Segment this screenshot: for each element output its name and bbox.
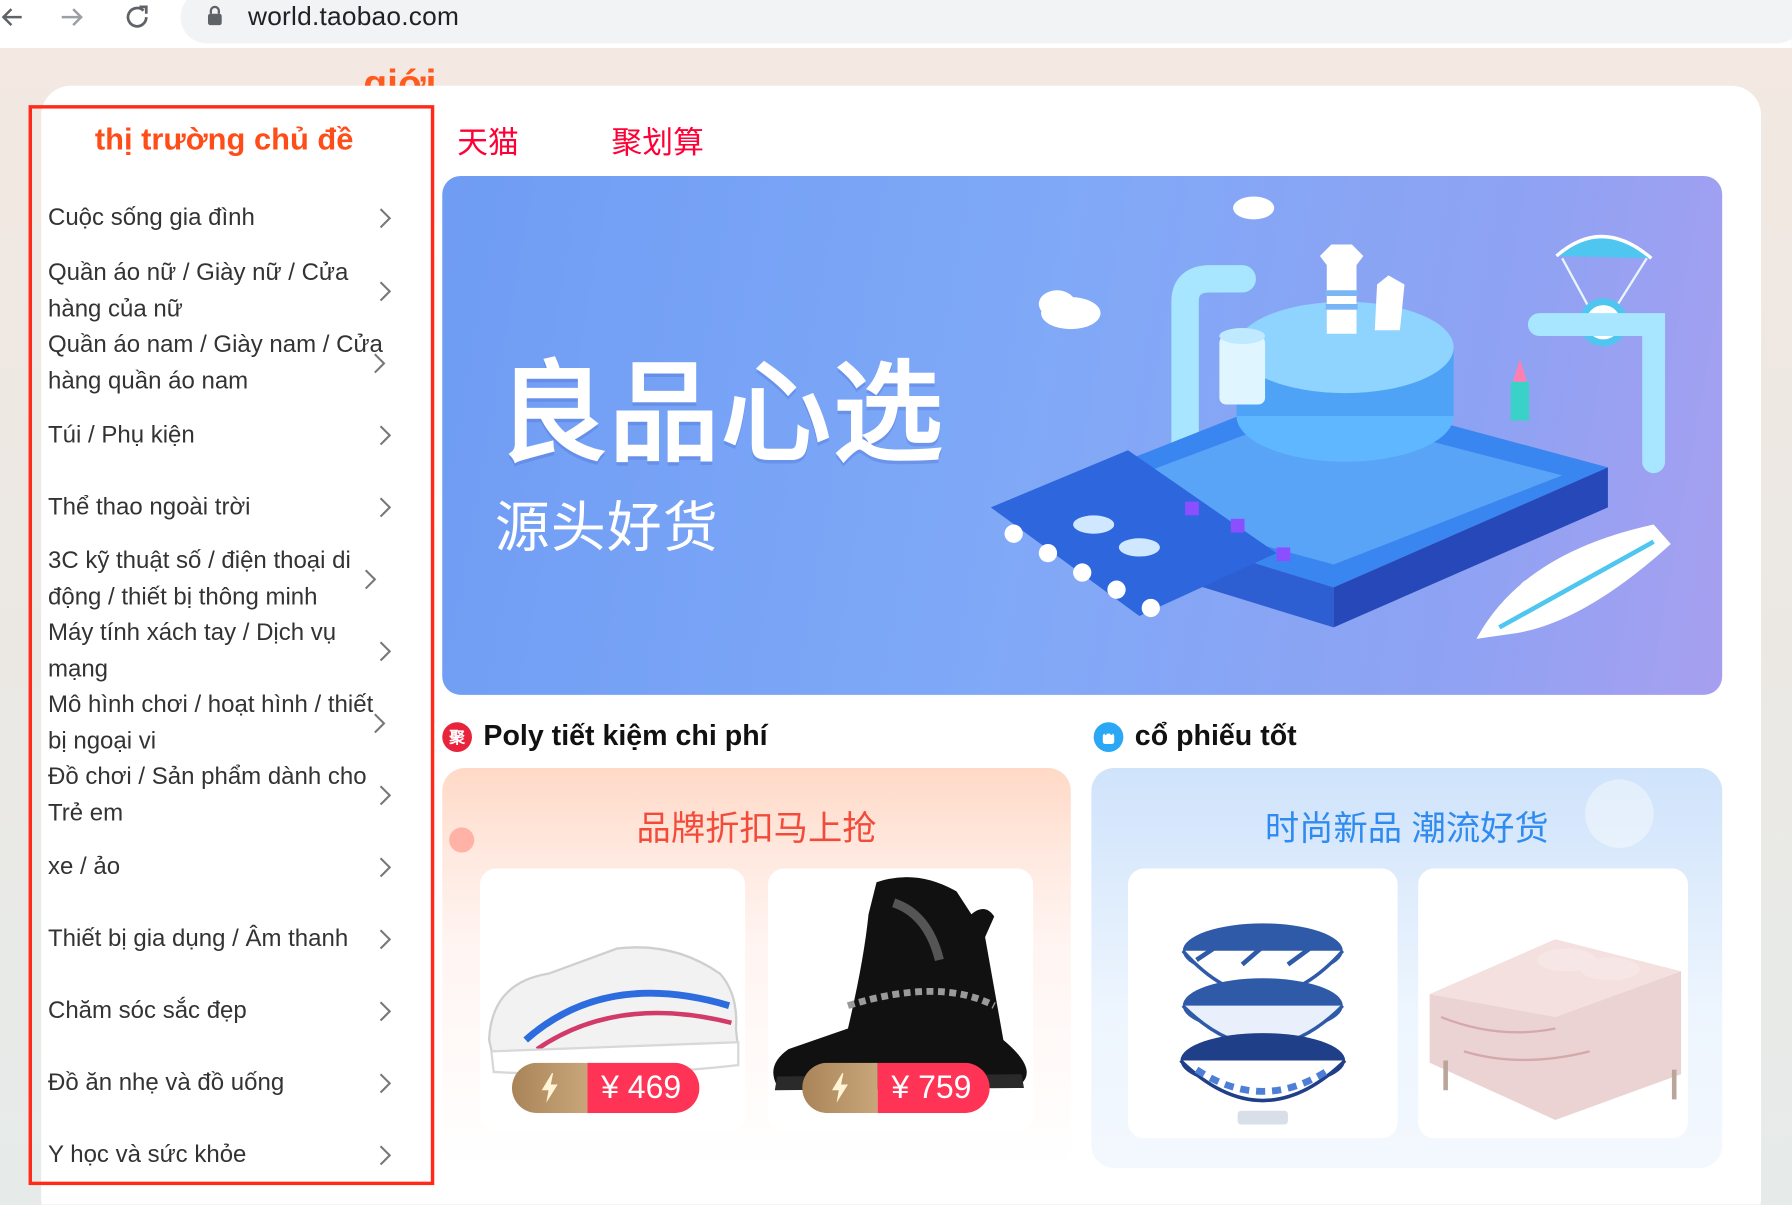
lightning-icon bbox=[511, 1062, 588, 1114]
price-tag: ¥ 759 bbox=[802, 1062, 990, 1114]
chevron-right-icon bbox=[364, 568, 377, 589]
price-amount: ¥ 469 bbox=[587, 1062, 700, 1114]
decor-circle bbox=[1585, 779, 1654, 848]
ju-badge-icon: 聚 bbox=[442, 721, 472, 752]
chevron-right-icon bbox=[379, 640, 392, 661]
sidebar-item[interactable]: Quần áo nam / Giày nam / Cửa hàng quần á… bbox=[48, 327, 391, 399]
sidebar-item-label: Quần áo nữ / Giày nữ / Cửa hàng của nữ bbox=[47, 259, 349, 322]
chevron-right-icon bbox=[379, 857, 392, 877]
sidebar-item[interactable]: 3C kỹ thuật số / điện thoại di động / th… bbox=[48, 543, 382, 615]
chevron-right-icon bbox=[379, 929, 392, 949]
chevron-right-icon bbox=[379, 784, 392, 805]
back-arrow-icon[interactable] bbox=[0, 0, 25, 34]
sidebar-item[interactable]: Quần áo nữ / Giày nữ / Cửa hàng của nữ bbox=[48, 255, 397, 327]
promo-title: 品牌折扣马上抢 bbox=[636, 810, 877, 848]
forward-arrow-icon[interactable] bbox=[57, 0, 87, 34]
bedding-image bbox=[1418, 868, 1688, 1139]
sidebar-item-label: Máy tính xách tay / Dịch vụ mạng bbox=[47, 619, 337, 682]
factory-illustration bbox=[990, 196, 1671, 639]
sidebar-item-label: Túi / Phụ kiện bbox=[47, 421, 195, 448]
sidebar-item-label: Chăm sóc sắc đẹp bbox=[47, 997, 247, 1024]
sidebar-title: thị trường chủ đề bbox=[94, 122, 354, 157]
section-title: Poly tiết kiệm chi phí bbox=[483, 719, 768, 752]
sidebar-item-label: Mô hình chơi / hoạt hình / thiết bị ngoạ… bbox=[47, 691, 374, 754]
sidebar-item-label: Đồ ăn nhẹ và đồ uống bbox=[47, 1069, 285, 1096]
bag-icon bbox=[1093, 721, 1124, 752]
lightning-icon bbox=[802, 1062, 878, 1114]
sidebar-item[interactable]: Đồ chơi / Sản phẩm dành cho Trẻ em bbox=[47, 759, 392, 831]
sidebar-item[interactable]: Chăm sóc sắc đẹp bbox=[48, 993, 397, 1029]
price-amount: ¥ 759 bbox=[877, 1062, 990, 1114]
sidebar-item-label: 3C kỹ thuật số / điện thoại di động / th… bbox=[47, 547, 351, 610]
sidebar-item[interactable]: Cuộc sống gia đình bbox=[48, 200, 397, 236]
product-card[interactable] bbox=[1418, 868, 1688, 1139]
chevron-right-icon bbox=[379, 1145, 392, 1165]
sidebar-item[interactable]: Thể thao ngoài trời bbox=[48, 489, 397, 525]
section-title: cổ phiếu tốt bbox=[1134, 719, 1297, 752]
chevron-right-icon bbox=[379, 208, 392, 228]
browser-toolbar: world.taobao.com bbox=[0, 0, 1792, 48]
page-heading: giới bbox=[363, 62, 437, 90]
sidebar-item[interactable]: Mô hình chơi / hoạt hình / thiết bị ngoạ… bbox=[48, 687, 391, 759]
sidebar-item[interactable]: Túi / Phụ kiện bbox=[48, 417, 397, 453]
promo-card-brand-discount[interactable]: 品牌折扣马上抢 ¥ 469 ¥ 759 bbox=[442, 767, 1071, 1168]
price-tag: ¥ 469 bbox=[511, 1062, 700, 1114]
bowls-image bbox=[1179, 923, 1347, 1125]
decor-dot bbox=[449, 827, 475, 853]
chevron-right-icon bbox=[379, 280, 392, 301]
chevron-right-icon bbox=[379, 425, 392, 445]
sidebar-item-label: Thể thao ngoài trời bbox=[47, 493, 251, 520]
chevron-right-icon bbox=[379, 1073, 392, 1093]
lock-icon[interactable] bbox=[206, 5, 224, 34]
sidebar-item-label: Cuộc sống gia đình bbox=[47, 204, 255, 231]
sidebar-item[interactable]: Y học và sức khỏe bbox=[48, 1137, 397, 1173]
chevron-right-icon bbox=[379, 497, 392, 517]
chevron-right-icon bbox=[374, 712, 386, 733]
sidebar-item-label: xe / ảo bbox=[47, 853, 121, 880]
section-header-stock[interactable]: cổ phiếu tốt bbox=[1093, 719, 1297, 753]
tab-tmall[interactable]: 天猫 bbox=[457, 118, 519, 163]
sidebar-item-label: Quần áo nam / Giày nam / Cửa hàng quần á… bbox=[47, 331, 383, 394]
sidebar-item[interactable]: xe / ảo bbox=[48, 849, 397, 885]
hero-banner[interactable]: 良品心选 源头好货 bbox=[442, 175, 1723, 695]
chevron-right-icon bbox=[374, 352, 386, 373]
reload-icon[interactable] bbox=[120, 0, 154, 34]
sidebar-item-label: Thiết bị gia dụng / Âm thanh bbox=[47, 925, 349, 952]
tab-juhuasuan[interactable]: 聚划算 bbox=[611, 118, 704, 163]
product-card[interactable]: ¥ 759 bbox=[767, 868, 1034, 1132]
product-card[interactable] bbox=[1127, 868, 1398, 1139]
sidebar-item[interactable]: Máy tính xách tay / Dịch vụ mạng bbox=[47, 615, 392, 687]
product-card[interactable]: ¥ 469 bbox=[479, 868, 746, 1132]
sidebar-item-label: Y học và sức khỏe bbox=[47, 1141, 247, 1168]
sidebar-item[interactable]: Thiết bị gia dụng / Âm thanh bbox=[48, 921, 397, 957]
promo-card-fashion-new[interactable]: 时尚新品 潮流好货 bbox=[1091, 767, 1723, 1168]
address-url[interactable]: world.taobao.com bbox=[248, 1, 459, 32]
sidebar-item[interactable]: Đồ ăn nhẹ và đồ uống bbox=[48, 1065, 397, 1101]
chevron-right-icon bbox=[379, 1001, 392, 1021]
section-header-poly[interactable]: 聚 Poly tiết kiệm chi phí bbox=[442, 719, 768, 753]
sidebar-item-label: Đồ chơi / Sản phẩm dành cho Trẻ em bbox=[47, 763, 367, 826]
